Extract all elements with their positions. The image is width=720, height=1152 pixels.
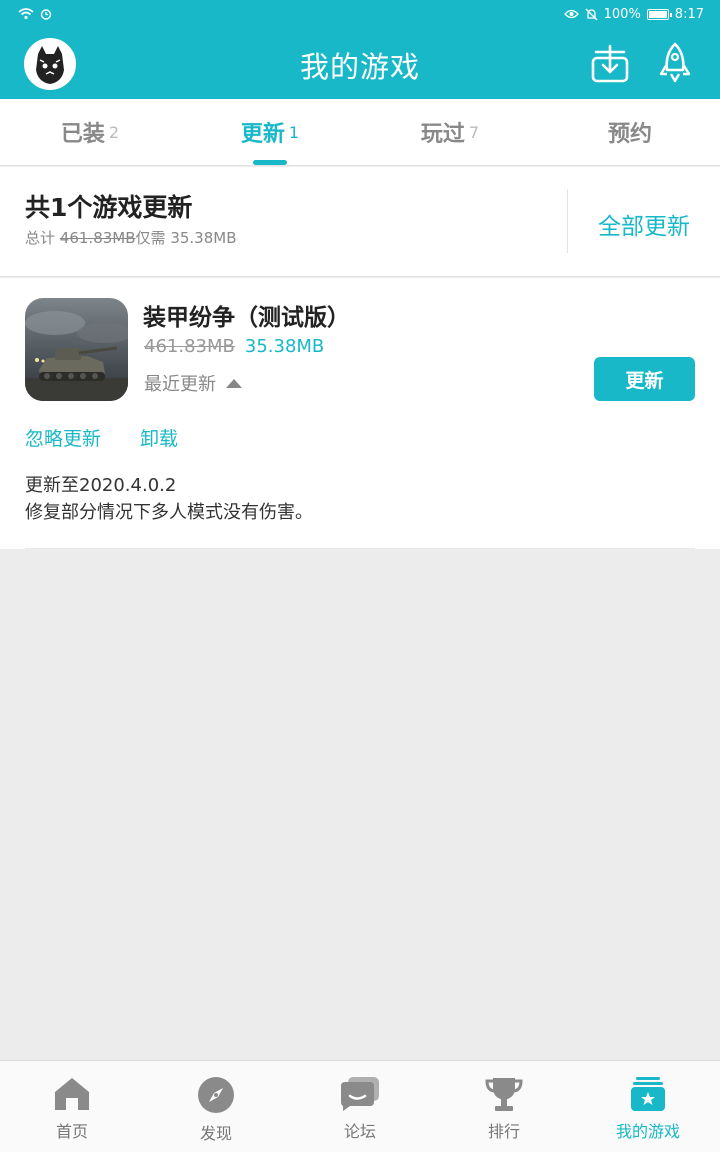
game-new-size: 35.38MB xyxy=(244,336,325,357)
trophy-icon xyxy=(485,1078,523,1111)
nav-forum[interactable]: 论坛 xyxy=(288,1061,432,1152)
tab-reserved[interactable]: 预约 xyxy=(540,99,720,165)
status-bar: 100% 8:17 xyxy=(0,0,720,28)
rocket-button[interactable] xyxy=(656,42,694,88)
nav-label: 排行 xyxy=(487,1122,520,1141)
total-new-size: 35.38MB xyxy=(170,229,237,247)
game-name: 装甲纷争（测试版） xyxy=(143,305,350,331)
eye-icon xyxy=(563,9,579,19)
nav-label: 首页 xyxy=(55,1122,88,1141)
compass-icon xyxy=(198,1077,234,1113)
divider xyxy=(25,548,695,549)
nav-label: 我的游戏 xyxy=(615,1122,680,1141)
total-old-size: 461.83MB xyxy=(59,229,136,247)
update-description: 修复部分情况下多人模式没有伤害。 xyxy=(25,502,313,523)
nav-label: 论坛 xyxy=(343,1122,376,1141)
tab-played[interactable]: 玩过 7 xyxy=(360,99,540,165)
summary-title: 共1个游戏更新 xyxy=(25,193,193,222)
summary-size-info: 总计 461.83MB仅需 35.38MB xyxy=(25,227,237,248)
update-button[interactable]: 更新 xyxy=(594,357,695,401)
nav-home[interactable]: 首页 xyxy=(0,1061,144,1152)
recent-update-label: 最近更新 xyxy=(144,374,216,395)
download-icon xyxy=(591,44,629,83)
tab-label: 预约 xyxy=(607,122,652,147)
ignore-update-link[interactable]: 忽略更新 xyxy=(25,424,101,451)
only-label: 仅需 xyxy=(135,229,166,247)
tab-label: 更新 xyxy=(240,122,285,147)
battery-percent: 100% xyxy=(603,6,641,22)
total-label: 总计 xyxy=(25,229,56,247)
update-notes: 更新至2020.4.0.2 修复部分情况下多人模式没有伤害。 xyxy=(25,472,313,526)
tab-bar: 已装 2 更新 1 玩过 7 预约 xyxy=(0,99,720,166)
update-version: 更新至2020.4.0.2 xyxy=(25,475,177,496)
nav-ranking[interactable]: 排行 xyxy=(432,1061,576,1152)
clock: 8:17 xyxy=(674,6,704,22)
my-games-icon xyxy=(631,1077,665,1111)
nav-my-games[interactable]: 我的游戏 xyxy=(576,1061,720,1152)
forum-icon xyxy=(341,1077,379,1111)
app-header: 100% 8:17 我的游戏 xyxy=(0,0,720,99)
tab-updates[interactable]: 更新 1 xyxy=(180,99,360,165)
game-icon[interactable] xyxy=(25,298,128,401)
rocket-icon xyxy=(659,42,691,83)
update-all-button[interactable]: 全部更新 xyxy=(568,207,720,241)
download-manager-button[interactable] xyxy=(590,42,630,88)
tab-count: 1 xyxy=(288,122,300,142)
bottom-nav: 首页 发现 论坛 排行 我的游戏 xyxy=(0,1060,720,1152)
wifi-icon xyxy=(18,8,34,20)
tab-count: 7 xyxy=(468,122,480,142)
caret-up-icon xyxy=(226,378,242,388)
battery-icon xyxy=(646,8,672,20)
tab-count: 2 xyxy=(108,122,120,142)
tab-label: 玩过 xyxy=(420,122,465,147)
tab-installed[interactable]: 已装 2 xyxy=(0,99,180,165)
nav-label: 发现 xyxy=(199,1124,232,1143)
game-old-size: 461.83MB xyxy=(144,336,235,357)
game-size: 461.83MB 35.38MB xyxy=(144,336,324,357)
timer-icon xyxy=(40,9,52,20)
update-summary: 共1个游戏更新 总计 461.83MB仅需 35.38MB 全部更新 xyxy=(0,167,720,277)
tab-label: 已装 xyxy=(60,122,105,147)
uninstall-link[interactable]: 卸载 xyxy=(140,424,178,451)
mute-bell-icon xyxy=(585,8,598,20)
nav-discover[interactable]: 发现 xyxy=(144,1061,288,1152)
home-icon xyxy=(55,1078,89,1110)
game-update-card: 装甲纷争（测试版） 461.83MB 35.38MB 最近更新 更新 忽略更新 卸… xyxy=(0,278,720,549)
recent-update-toggle[interactable]: 最近更新 xyxy=(144,370,242,396)
